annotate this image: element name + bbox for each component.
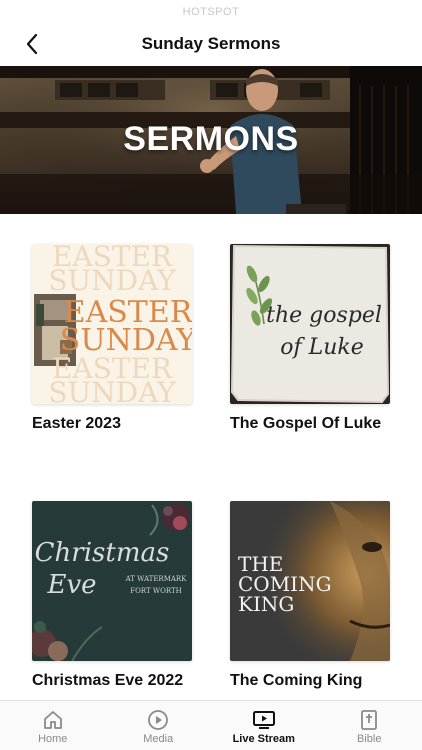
tab-label: Media: [143, 733, 174, 745]
sermon-title: Easter 2023: [32, 415, 121, 432]
sermon-thumbnail: the gospel of Luke: [230, 244, 390, 404]
gospel-luke-artwork: the gospel of Luke: [230, 244, 390, 404]
nav-bar: Sunday Sermons: [0, 22, 422, 66]
art-text-4: FORT WORTH: [130, 587, 182, 595]
art-text-1: the gospel: [266, 303, 382, 328]
page-title: Sunday Sermons: [141, 34, 281, 53]
sermon-title: The Gospel Of Luke: [230, 415, 382, 432]
tab-label: Live Stream: [232, 733, 295, 745]
sermon-card-coming-king[interactable]: THE COMING KING The Coming King: [230, 501, 390, 690]
play-circle-icon: [148, 710, 169, 730]
sermon-thumbnail: THE COMING KING: [230, 501, 390, 661]
sermon-card-gospel-luke[interactable]: the gospel of Luke The Gospel Of Luke: [230, 244, 390, 433]
art-text-3: KING: [238, 592, 294, 616]
back-button[interactable]: [18, 30, 46, 58]
home-icon: [43, 711, 62, 729]
art-text-2: SUNDAY: [48, 264, 176, 297]
sermon-title: Christmas Eve 2022: [32, 672, 184, 689]
tab-bar: Home Media Live Stream Bible: [0, 700, 422, 750]
art-text-1: Christmas: [35, 538, 170, 568]
easter-artwork: EASTER SUNDAY EASTER SUNDAY EASTER SUNDA…: [32, 244, 192, 404]
art-text-3: AT WATERMARK: [125, 575, 188, 583]
art-text-2: of Luke: [280, 335, 364, 360]
christmas-eve-artwork: Christmas Eve AT WATERMARK FORT WORTH: [32, 501, 192, 661]
hero-title: SERMONS: [123, 120, 299, 158]
tab-label: Bible: [357, 733, 382, 745]
sermon-title: The Coming King: [230, 672, 363, 689]
sermon-card-christmas-eve[interactable]: Christmas Eve AT WATERMARK FORT WORTH Ch…: [32, 501, 192, 690]
tab-live-stream[interactable]: Live Stream: [211, 701, 317, 750]
tab-bible[interactable]: Bible: [317, 701, 422, 750]
hero-banner: SERMONS: [0, 66, 422, 214]
tab-label: Home: [38, 733, 68, 745]
sermon-thumbnail: EASTER SUNDAY EASTER SUNDAY EASTER SUNDA…: [32, 244, 192, 404]
sermon-thumbnail: Christmas Eve AT WATERMARK FORT WORTH: [32, 501, 192, 661]
status-bar: HOTSPOT: [182, 6, 240, 18]
coming-king-artwork: THE COMING KING: [230, 501, 390, 661]
bible-cross-icon: [361, 710, 378, 730]
sermon-card-easter[interactable]: EASTER SUNDAY EASTER SUNDAY EASTER SUNDA…: [32, 244, 192, 433]
art-text-2: Eve: [46, 570, 96, 600]
tab-media[interactable]: Media: [106, 701, 212, 750]
tab-home[interactable]: Home: [0, 701, 106, 750]
chevron-left-icon: [26, 33, 38, 55]
art-text-6: SUNDAY: [48, 376, 176, 404]
tv-play-icon: [252, 711, 275, 729]
